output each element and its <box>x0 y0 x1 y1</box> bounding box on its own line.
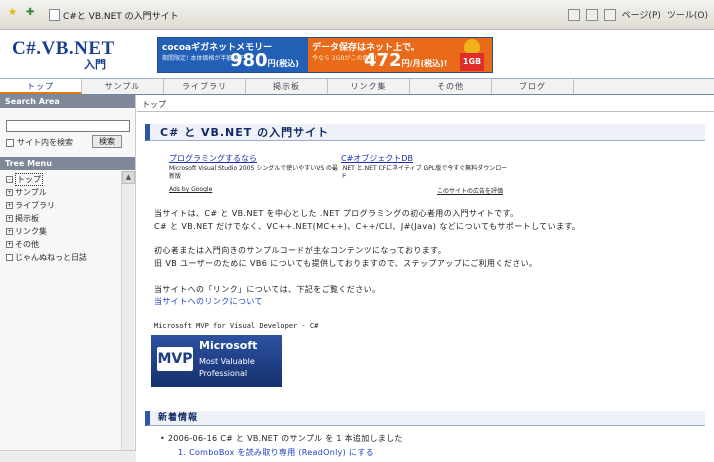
ad-description: .NET と.NET CFにネイティブ GPL版で今すぐ無料ダウンロード <box>341 165 508 180</box>
ad-title[interactable]: プログラミングするなら <box>169 153 339 164</box>
breadcrumb[interactable]: トップ <box>142 99 166 110</box>
nav-tab-blog[interactable]: ブログ <box>492 79 574 94</box>
ad-item[interactable]: プログラミングするなら Microsoft Visual Studio 2005… <box>169 153 339 181</box>
main-nav: トップ サンプル ライブラリ 掲示板 リンク集 その他 ブログ <box>0 78 714 95</box>
nav-tab-other[interactable]: その他 <box>410 79 492 94</box>
mascot-icon[interactable]: 1GB <box>458 39 486 71</box>
divider <box>137 111 714 112</box>
scroll-up-icon[interactable]: ▲ <box>122 171 135 184</box>
site-search-option[interactable]: サイト内を検索 <box>6 137 73 148</box>
page-title: C# と VB.NET の入門サイト <box>145 124 705 141</box>
banner-left-price: 980円(税込) <box>230 50 299 71</box>
tools-menu[interactable]: ツール(O) <box>667 8 708 21</box>
ad-feedback-link[interactable]: このサイトの広告を評価 <box>437 186 503 195</box>
browser-tab-title: C#と VB.NET の入門サイト <box>63 11 179 22</box>
site-search-checkbox[interactable] <box>6 138 14 147</box>
mvp-line-2: Most Valuable <box>199 357 255 366</box>
nav-tab-bbs[interactable]: 掲示板 <box>246 79 328 94</box>
tree-item-links[interactable]: + リンク集 <box>6 225 120 238</box>
tree-menu-title: Tree Menu <box>0 157 135 170</box>
leaf-icon <box>6 254 13 261</box>
tree-item-diary[interactable]: じゃんぬねっと日誌 <box>6 251 120 264</box>
ad-item[interactable]: C#オブジェクトDB .NET と.NET CFにネイティブ GPL版で今すぐ無… <box>341 153 511 181</box>
ad-description: Microsoft Visual Studio 2005 シングルで使いやすいV… <box>169 165 339 180</box>
add-favorite-icon[interactable]: ✚ <box>26 7 34 18</box>
news-sub-link[interactable]: 1. ComboBox を読み取り専用 (ReadOnly) にする <box>178 447 374 458</box>
intro-text-1: 当サイトは、C# と VB.NET を中心とした .NET プログラミングの初心… <box>154 209 519 218</box>
mvp-badge: MVP <box>157 347 193 371</box>
nav-tab-library[interactable]: ライブラリ <box>164 79 246 94</box>
intro-text-3: 初心者または入門向きのサンプルコードが主なコンテンツになっております。 <box>154 246 447 255</box>
site-search-label: サイト内を検索 <box>17 138 73 147</box>
ad-title[interactable]: C#オブジェクトDB <box>341 153 511 164</box>
ad-banner[interactable]: cocoaギガネットメモリー 期間限定! 本体価格が半額以下! 980円(税込)… <box>157 37 493 73</box>
page-menu[interactable]: ページ(P) <box>622 8 661 21</box>
intro-text-4: 旧 VB ユーザーのために VB6 についても提供しておりますので、ステップアッ… <box>154 259 538 268</box>
search-button[interactable]: 検索 <box>92 135 122 148</box>
mvp-line-1: Microsoft <box>199 339 258 352</box>
nav-tab-links[interactable]: リンク集 <box>328 79 410 94</box>
news-section-title: 新着情報 <box>145 411 705 426</box>
expand-icon[interactable]: - <box>6 176 13 183</box>
main-content: トップ C# と VB.NET の入門サイト プログラミングするなら Micro… <box>137 95 714 462</box>
mvp-line-3: Professional <box>199 369 248 378</box>
mvp-label: Microsoft MVP for Visual Developer - C# <box>154 322 319 330</box>
link-policy-link[interactable]: 当サイトへのリンクについて <box>154 295 263 308</box>
nav-tab-sample[interactable]: サンプル <box>82 79 164 94</box>
ads-by-google-link[interactable]: Ads by Google <box>169 186 212 193</box>
browser-tools: ページ(P) ツール(O) <box>567 8 708 21</box>
home-icon[interactable] <box>567 8 580 21</box>
tree-item-other[interactable]: + その他 <box>6 238 120 251</box>
tree-scrollbar[interactable]: ▲ <box>121 171 135 457</box>
news-item: • 2006-06-16 C# と VB.NET のサンプル を 1 本追加しま… <box>160 434 403 443</box>
site-logo-sub[interactable]: 入門 <box>84 56 106 72</box>
search-input[interactable] <box>6 120 130 132</box>
print-icon[interactable] <box>603 8 616 21</box>
banner-left[interactable]: cocoaギガネットメモリー 期間限定! 本体価格が半額以下! 980円(税込) <box>158 38 308 72</box>
mvp-logo[interactable]: MVP Microsoft Most Valuable Professional <box>151 335 282 387</box>
tree-item-top[interactable]: - トップ <box>6 173 120 186</box>
site-header: C#.VB.NET 入門 cocoaギガネットメモリー 期間限定! 本体価格が半… <box>0 30 714 78</box>
sidebar: Search Area サイト内を検索 検索 Tree Menu - トップ +… <box>0 95 136 462</box>
expand-icon[interactable]: + <box>6 189 13 196</box>
page-icon <box>49 9 60 21</box>
intro-text-2: C# と VB.NET だけでなく、VC++.NET(MC++)、C++/CLI… <box>154 222 581 231</box>
expand-icon[interactable]: + <box>6 228 13 235</box>
banner-right-price: 472円/月(税込)! <box>364 50 448 71</box>
tree-item-sample[interactable]: + サンプル <box>6 186 120 199</box>
search-area-title: Search Area <box>0 95 135 108</box>
tree-menu: - トップ + サンプル + ライブラリ + 掲示板 + リンク集 + その他 … <box>6 173 120 264</box>
expand-icon[interactable]: + <box>6 241 13 248</box>
expand-icon[interactable]: + <box>6 202 13 209</box>
expand-icon[interactable]: + <box>6 215 13 222</box>
feed-icon[interactable] <box>585 8 598 21</box>
favorites-star-icon[interactable]: ★ <box>8 7 17 18</box>
browser-toolbar: ★ ✚ C#と VB.NET の入門サイト ページ(P) ツール(O) <box>0 0 714 30</box>
tree-item-library[interactable]: + ライブラリ <box>6 199 120 212</box>
tree-item-bbs[interactable]: + 掲示板 <box>6 212 120 225</box>
sidebar-horizontal-scrollbar[interactable] <box>0 450 136 462</box>
browser-tab[interactable]: C#と VB.NET の入門サイト <box>49 6 179 24</box>
nav-tab-top[interactable]: トップ <box>0 79 82 94</box>
